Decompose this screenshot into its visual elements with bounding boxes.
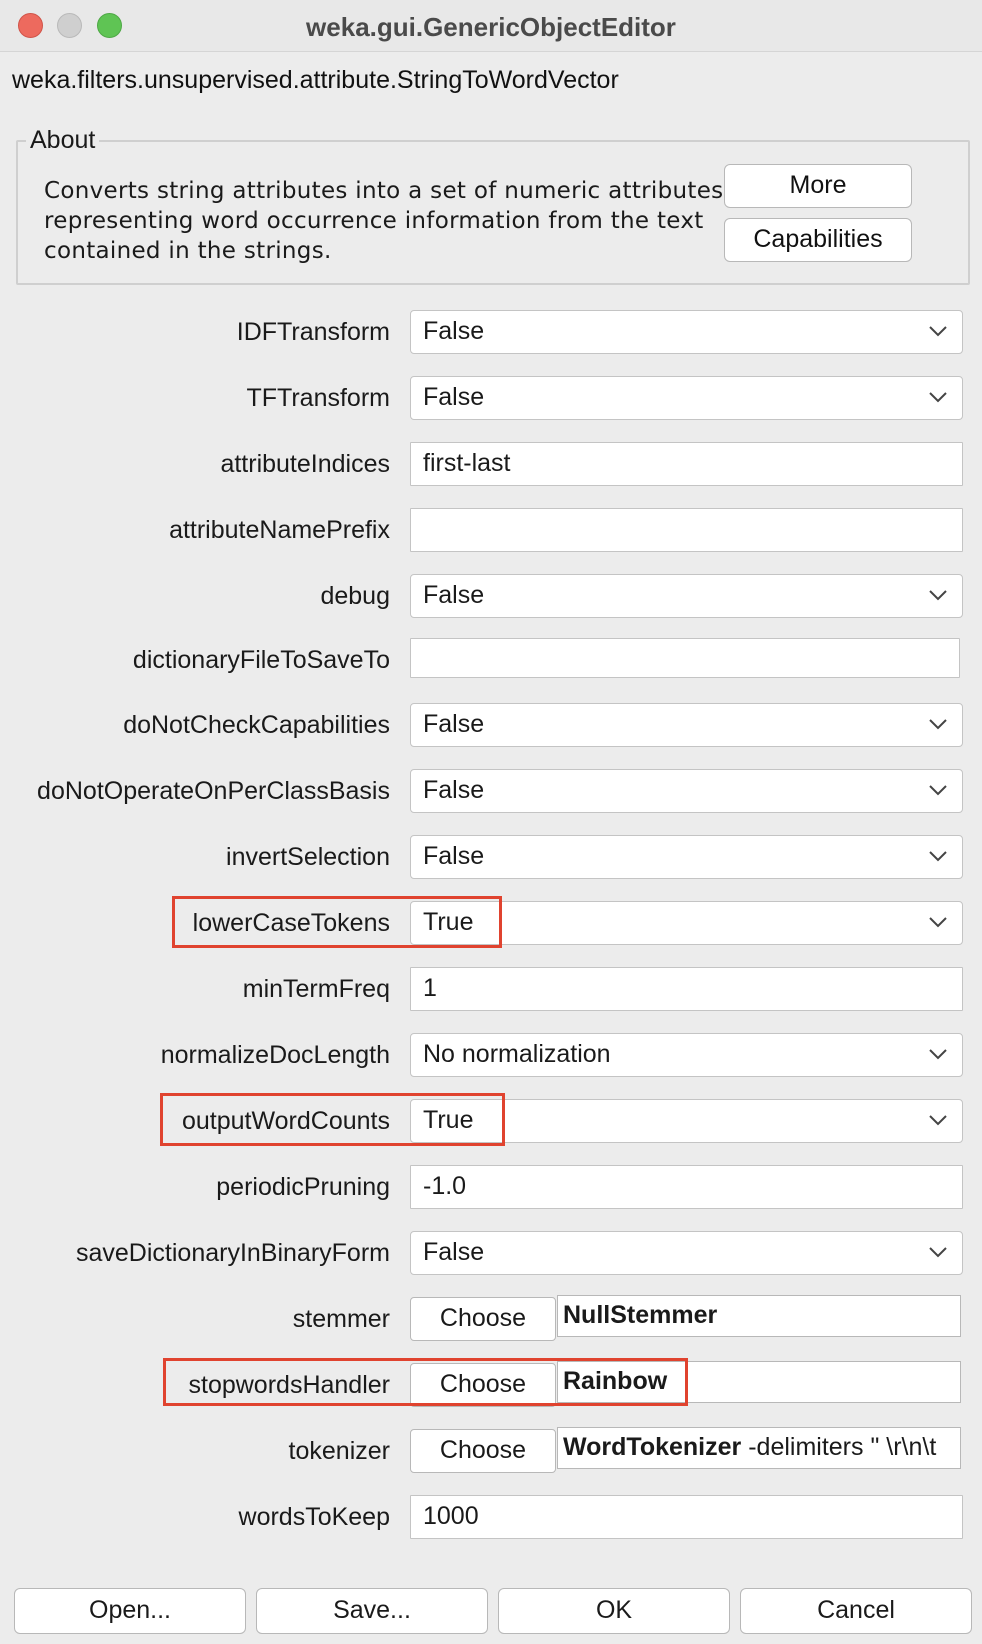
property-label-periodicpruning: periodicPruning <box>216 1173 390 1201</box>
generic-object-editor-window: weka.gui.GenericObjectEditor weka.filter… <box>0 0 982 1644</box>
chevron-down-icon <box>929 392 947 403</box>
dropdown-value: False <box>423 1238 485 1266</box>
lowercasetokens-dropdown[interactable]: True <box>410 901 963 945</box>
dropdown-value: False <box>423 710 485 738</box>
capabilities-button[interactable]: Capabilities <box>724 218 912 262</box>
chevron-down-icon <box>929 917 947 928</box>
dropdown-value: False <box>423 317 485 345</box>
object-class-name: Rainbow <box>563 1367 668 1395</box>
chevron-down-icon <box>929 1049 947 1060</box>
stemmer-choose-button[interactable]: Choose <box>410 1297 556 1341</box>
filter-class-name: weka.filters.unsupervised.attribute.Stri… <box>12 66 619 94</box>
property-label-invertselection: invertSelection <box>226 843 390 871</box>
about-legend: About <box>26 126 100 155</box>
stopwordshandler-choose-button[interactable]: Choose <box>410 1363 556 1407</box>
dropdown-value: False <box>423 776 485 804</box>
property-label-mintermfreq: minTermFreq <box>242 975 390 1003</box>
property-label-donotoperateonperclassbasis: doNotOperateOnPerClassBasis <box>37 777 390 805</box>
dropdown-value: False <box>423 842 485 870</box>
property-label-idftransform: IDFTransform <box>236 318 390 346</box>
debug-dropdown[interactable]: False <box>410 574 963 618</box>
about-description: Converts string attributes into a set of… <box>44 176 724 266</box>
attributenameprefix-input[interactable] <box>410 508 963 552</box>
object-class-name: WordTokenizer <box>563 1433 742 1461</box>
chevron-down-icon <box>929 590 947 601</box>
property-label-outputwordcounts: outputWordCounts <box>182 1107 390 1135</box>
invertselection-dropdown[interactable]: False <box>410 835 963 879</box>
periodicpruning-input[interactable]: -1.0 <box>410 1165 963 1209</box>
mintermfreq-input[interactable]: 1 <box>410 967 963 1011</box>
tftransform-dropdown[interactable]: False <box>410 376 963 420</box>
property-label-normalizedoclength: normalizeDocLength <box>160 1041 390 1069</box>
chevron-down-icon <box>929 326 947 337</box>
property-label-stopwordshandler: stopwordsHandler <box>188 1371 391 1399</box>
about-line: contained in the strings. <box>44 238 332 264</box>
outputwordcounts-dropdown[interactable]: True <box>410 1099 963 1143</box>
idftransform-dropdown[interactable]: False <box>410 310 963 354</box>
dropdown-value: True <box>423 908 474 936</box>
chevron-down-icon <box>929 1247 947 1258</box>
dropdown-value: False <box>423 383 485 411</box>
savedictionaryinbinaryform-dropdown[interactable]: False <box>410 1231 963 1275</box>
dropdown-value: No normalization <box>423 1040 611 1068</box>
object-options: -delimiters " \r\n\t <box>741 1433 937 1461</box>
property-label-attributenameprefix: attributeNamePrefix <box>169 516 390 544</box>
property-label-donotcheckcapabilities: doNotCheckCapabilities <box>123 711 390 739</box>
title-bar[interactable]: weka.gui.GenericObjectEditor <box>0 0 982 52</box>
property-label-attributeindices: attributeIndices <box>220 450 390 478</box>
chevron-down-icon <box>929 851 947 862</box>
tokenizer-choose-button[interactable]: Choose <box>410 1429 556 1473</box>
chevron-down-icon <box>929 785 947 796</box>
property-label-savedictionaryinbinaryform: saveDictionaryInBinaryForm <box>76 1239 390 1267</box>
donotcheckcapabilities-dropdown[interactable]: False <box>410 703 963 747</box>
property-label-tokenizer: tokenizer <box>288 1437 390 1465</box>
object-class-name: NullStemmer <box>563 1301 718 1329</box>
attributeindices-input[interactable]: first-last <box>410 442 963 486</box>
dropdown-value: False <box>423 581 485 609</box>
open-button[interactable]: Open... <box>14 1588 246 1634</box>
dropdown-value: True <box>423 1106 474 1134</box>
property-label-debug: debug <box>320 582 390 610</box>
cancel-button[interactable]: Cancel <box>740 1588 972 1634</box>
property-label-dictionaryfiletosaveto: dictionaryFileToSaveTo <box>132 646 390 674</box>
window-title: weka.gui.GenericObjectEditor <box>306 12 676 42</box>
more-button[interactable]: More <box>724 164 912 208</box>
stemmer-value-field[interactable]: NullStemmer <box>557 1295 961 1337</box>
ok-button[interactable]: OK <box>498 1588 730 1634</box>
about-line: Converts string attributes into a set of… <box>44 178 724 204</box>
stopwordshandler-value-field[interactable]: Rainbow <box>557 1361 961 1403</box>
chevron-down-icon <box>929 719 947 730</box>
dictionaryfiletosaveto-input[interactable] <box>410 638 960 678</box>
property-label-lowercasetokens: lowerCaseTokens <box>192 909 390 937</box>
property-label-stemmer: stemmer <box>292 1305 390 1333</box>
property-label-wordstokeep: wordsToKeep <box>238 1503 390 1531</box>
normalizedoclength-dropdown[interactable]: No normalization <box>410 1033 963 1077</box>
save-button[interactable]: Save... <box>256 1588 488 1634</box>
property-label-tftransform: TFTransform <box>246 384 390 412</box>
wordstokeep-input[interactable]: 1000 <box>410 1495 963 1539</box>
donotoperateonperclassbasis-dropdown[interactable]: False <box>410 769 963 813</box>
about-line: representing word occurrence information… <box>44 208 704 234</box>
tokenizer-value-field[interactable]: WordTokenizer -delimiters " \r\n\t <box>557 1427 961 1469</box>
chevron-down-icon <box>929 1115 947 1126</box>
